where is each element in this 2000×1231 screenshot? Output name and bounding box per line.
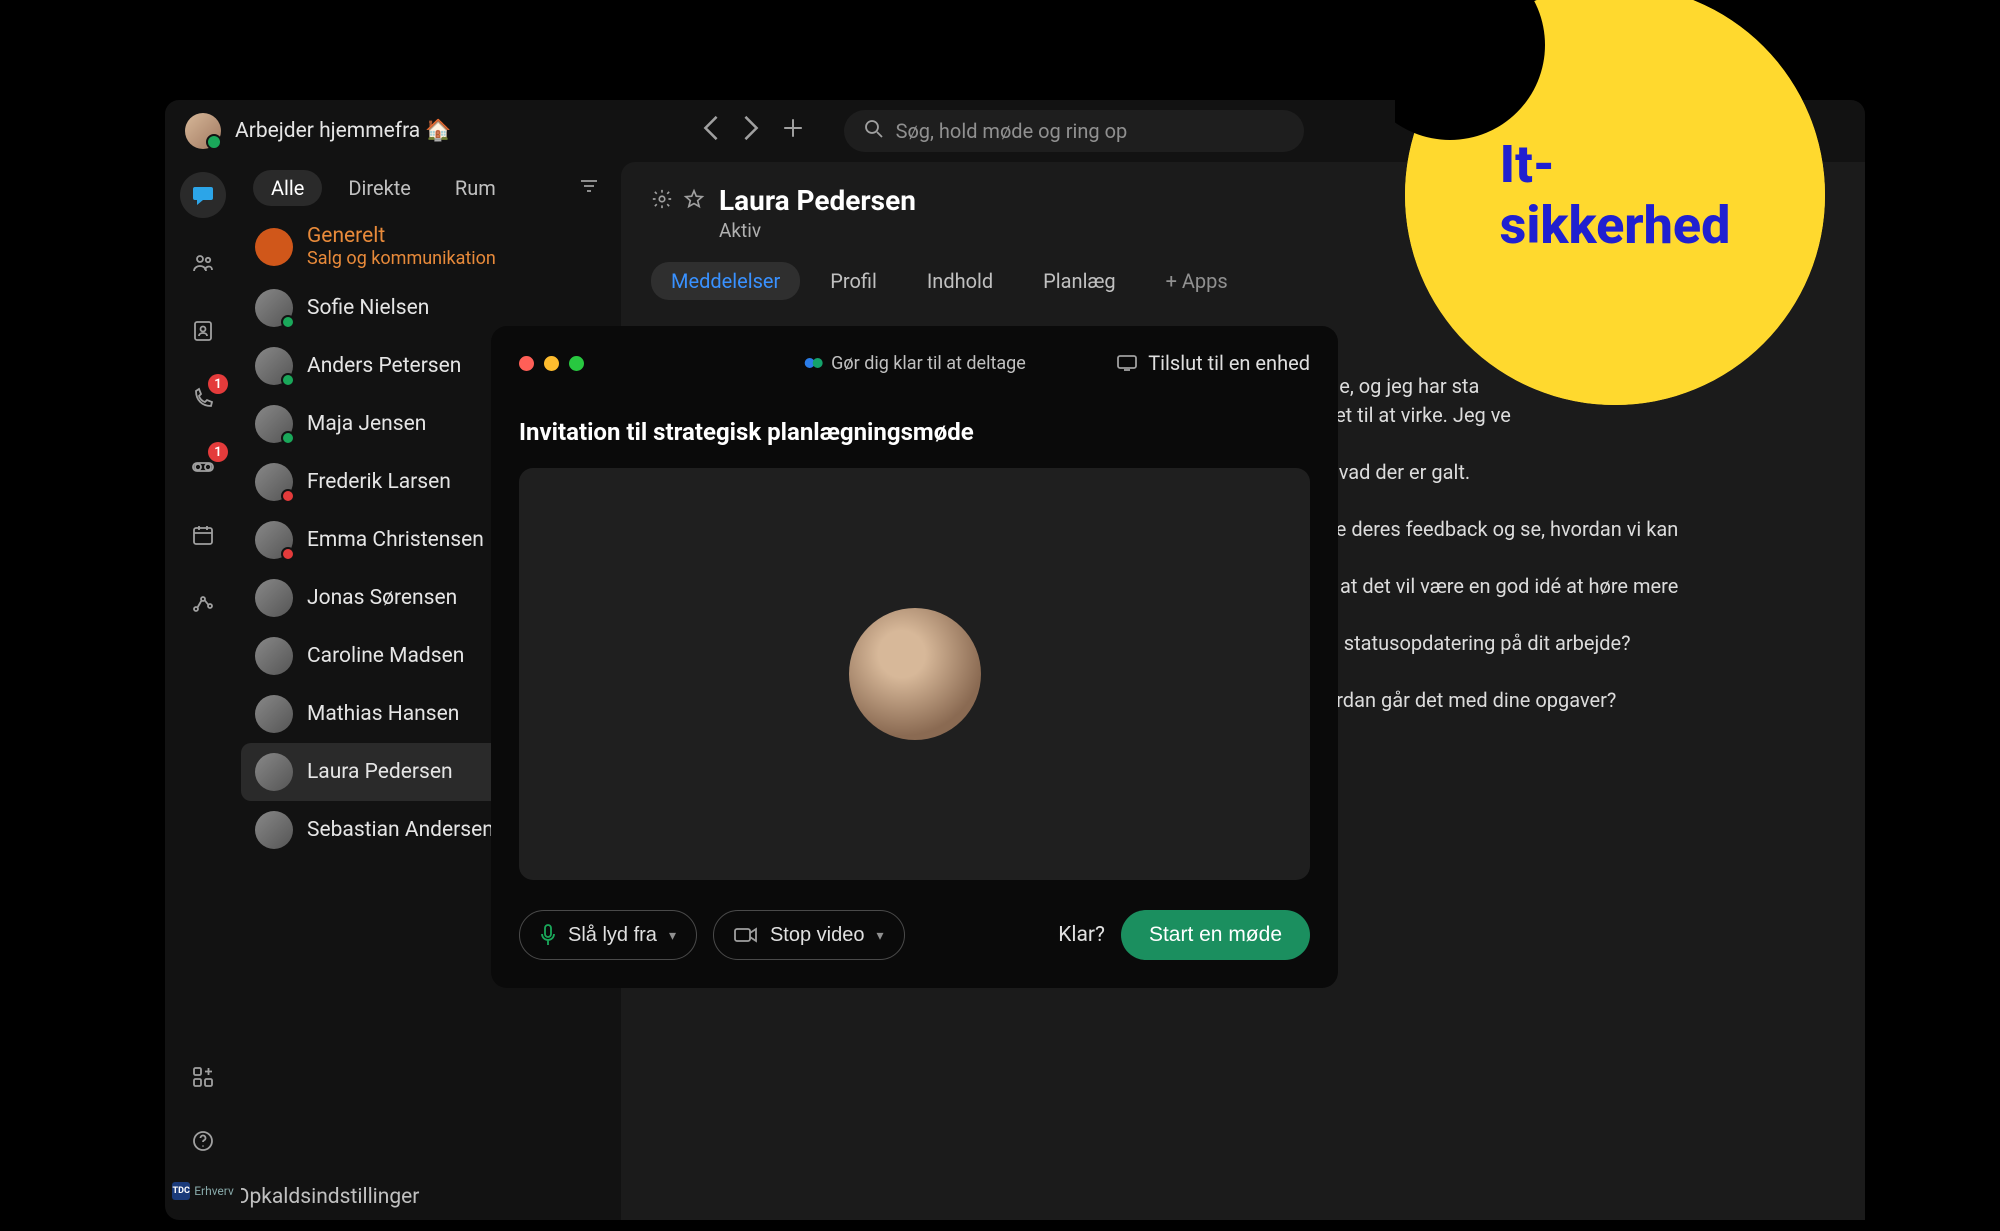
convo-name: Generelt (307, 224, 496, 248)
filter-tabs: Alle Direkte Rum (241, 162, 611, 214)
convo-name: Laura Pedersen (307, 760, 453, 784)
voicemail-badge: 1 (208, 442, 228, 462)
status-text: Arbejder hjemmefra 🏠 (235, 119, 452, 143)
message-fragment: af, hvad der er galt. (1301, 458, 1825, 487)
badge-text: It-sikkerhed (1500, 134, 1731, 256)
contact-status: Aktiv (719, 219, 916, 242)
rail-analytics[interactable] (180, 580, 226, 626)
convo-general[interactable]: Generelt Salg og kommunikation (241, 214, 611, 279)
convo-name: Maja Jensen (307, 412, 426, 436)
tab-messages[interactable]: Meddelelser (651, 262, 800, 300)
tab-content[interactable]: Indhold (907, 262, 1013, 300)
search-icon (864, 119, 884, 143)
convo-name: Sebastian Andersen (307, 818, 494, 842)
convo-name: Emma Christensen (307, 528, 484, 552)
search-placeholder: Søg, hold møde og ring op (896, 119, 1128, 143)
filter-rooms[interactable]: Rum (437, 170, 514, 206)
rail-calendar[interactable] (180, 512, 226, 558)
tab-profile[interactable]: Profil (810, 262, 897, 300)
ready-label: Klar? (1058, 923, 1105, 947)
profile-status[interactable]: Arbejder hjemmefra 🏠 (185, 113, 452, 149)
rail-help[interactable] (180, 1118, 226, 1164)
convo-subtitle: Salg og kommunikation (307, 248, 496, 269)
convo-name: Mathias Hansen (307, 702, 459, 726)
phone-badge: 1 (208, 374, 228, 394)
rail-apps[interactable] (180, 1054, 226, 1100)
filter-all[interactable]: Alle (253, 170, 322, 206)
avatar (255, 289, 293, 327)
video-preview (519, 468, 1310, 880)
message-fragment: Hvordan går det med dine opgaver? (1301, 686, 1825, 715)
search-bar[interactable]: Søg, hold møde og ring op (844, 110, 1304, 152)
message-stream: n uge, og jeg har sta få det til at virk… (1301, 372, 1825, 715)
brand-tag: TDC Erhverv (172, 1182, 234, 1200)
start-meeting-button[interactable]: Start en møde (1121, 910, 1310, 960)
mute-button[interactable]: Slå lyd fra ▾ (519, 910, 697, 960)
avatar (255, 579, 293, 617)
join-meeting-modal: Gør dig klar til at deltage Tilslut til … (491, 326, 1338, 988)
close-icon[interactable] (519, 356, 534, 371)
avatar (255, 637, 293, 675)
tab-schedule[interactable]: Planlæg (1023, 262, 1135, 300)
rail-chat[interactable] (180, 172, 226, 218)
nav-rail: 1 1 TDC Erhverv (165, 162, 241, 1220)
nav-back-icon[interactable] (702, 114, 720, 148)
avatar (255, 347, 293, 385)
add-icon[interactable] (782, 117, 804, 145)
message-fragment: g en statusopdatering på dit arbejde? (1301, 629, 1825, 658)
avatar (255, 811, 293, 849)
filter-direct[interactable]: Direkte (330, 170, 428, 206)
self-video-avatar (849, 608, 981, 740)
avatar (255, 521, 293, 559)
connect-device[interactable]: Tilslut til en enhed (1116, 351, 1310, 375)
convo-name: Sofie Nielsen (307, 296, 429, 320)
chevron-down-icon: ▾ (669, 927, 676, 944)
chevron-down-icon: ▾ (876, 927, 883, 944)
space-avatar (255, 228, 293, 266)
message-fragment: utere deres feedback og se, hvordan vi k… (1301, 515, 1825, 544)
window-controls[interactable] (519, 356, 584, 371)
contact-title: Laura Pedersen (719, 184, 916, 217)
rail-contacts[interactable] (180, 308, 226, 354)
stop-video-button[interactable]: Stop video ▾ (713, 910, 905, 960)
message-fragment: tror, at det vil være en god idé at høre… (1301, 572, 1825, 601)
convo-name: Caroline Madsen (307, 644, 464, 668)
nav-forward-icon[interactable] (742, 114, 760, 148)
meeting-title: Invitation til strategisk planlægningsmø… (519, 418, 1310, 446)
avatar (255, 405, 293, 443)
self-avatar[interactable] (185, 113, 221, 149)
star-icon[interactable] (683, 188, 705, 214)
gear-icon[interactable] (651, 188, 673, 214)
convo-name: Frederik Larsen (307, 470, 451, 494)
maximize-icon[interactable] (569, 356, 584, 371)
avatar (255, 463, 293, 501)
modal-banner: Gør dig klar til at deltage (803, 353, 1026, 374)
promo-badge: It-sikkerhed (1395, 0, 1835, 415)
rail-phone[interactable]: 1 (180, 376, 226, 422)
nav-controls (702, 114, 804, 148)
convo-name: Anders Petersen (307, 354, 461, 378)
avatar (255, 753, 293, 791)
call-settings[interactable]: Opkaldsindstillinger (241, 1164, 621, 1220)
tab-apps[interactable]: + Apps (1146, 262, 1248, 300)
minimize-icon[interactable] (544, 356, 559, 371)
avatar (255, 695, 293, 733)
rail-teams[interactable] (180, 240, 226, 286)
convo-name: Jonas Sørensen (307, 586, 457, 610)
rail-voicemail[interactable]: 1 (180, 444, 226, 490)
call-settings-label: Opkaldsindstillinger (241, 1185, 419, 1209)
modal-controls: Slå lyd fra ▾ Stop video ▾ Klar? Start e… (519, 910, 1310, 960)
modal-header: Gør dig klar til at deltage Tilslut til … (519, 348, 1310, 378)
filter-icon[interactable] (579, 178, 599, 198)
